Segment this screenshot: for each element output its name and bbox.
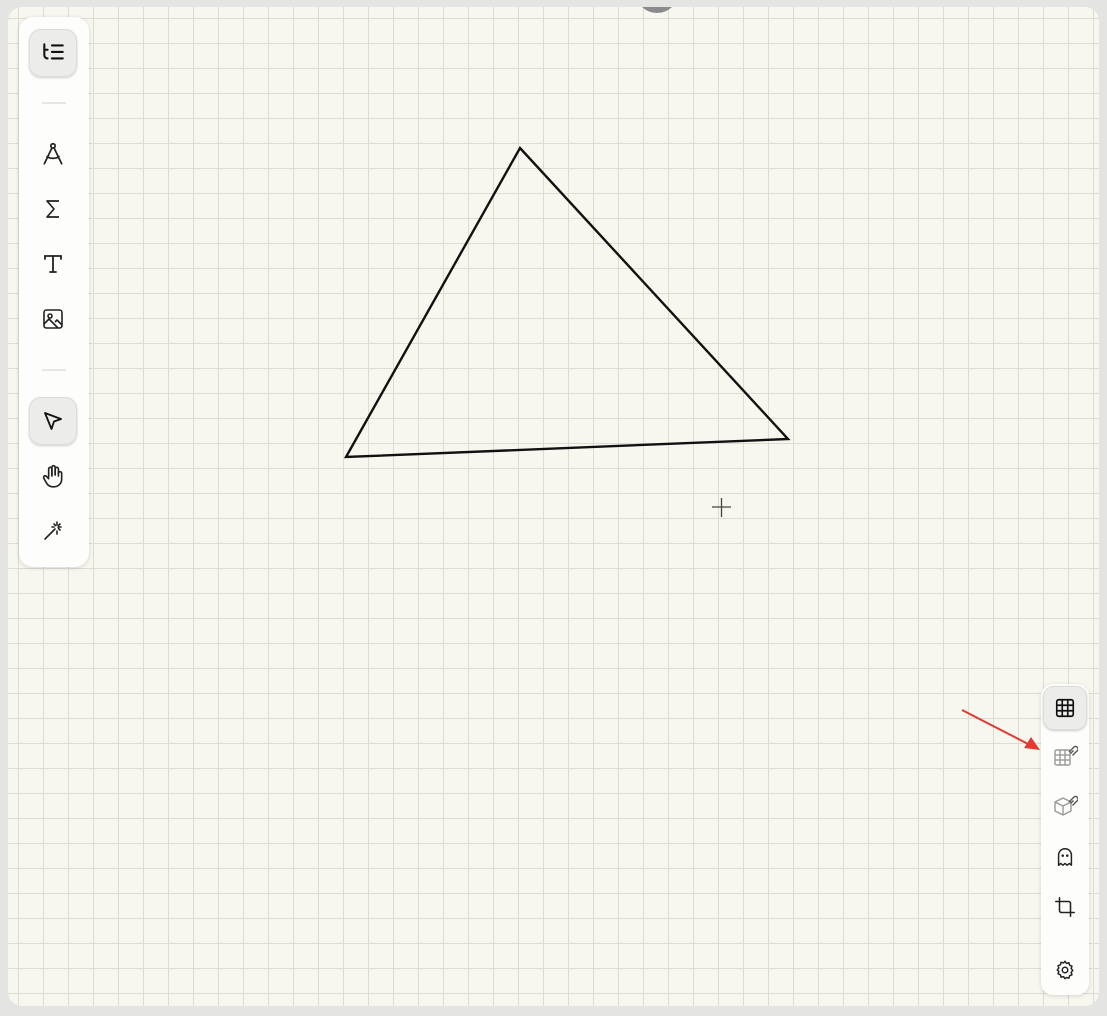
gear-icon — [1056, 960, 1074, 980]
grid-snap-button[interactable] — [1043, 734, 1087, 778]
settings-button[interactable] — [1043, 948, 1087, 992]
toolbar-divider — [42, 102, 66, 104]
image-icon — [43, 309, 63, 329]
magic-wand-button[interactable] — [29, 507, 77, 555]
outline-list-icon — [43, 43, 64, 60]
grid-magnet-icon — [1054, 745, 1078, 766]
formula-button[interactable] — [29, 185, 77, 233]
image-button[interactable] — [29, 295, 77, 343]
toolbar-divider — [42, 369, 66, 371]
text-icon — [44, 255, 62, 273]
magic-wand-icon — [44, 521, 62, 540]
pointer-arrow-icon — [44, 412, 62, 430]
drawing-canvas[interactable] — [8, 7, 1099, 1006]
right-toolbar — [1041, 684, 1089, 995]
left-toolbar — [19, 17, 89, 567]
hand-icon — [42, 464, 63, 488]
compass-icon — [43, 142, 63, 165]
crop-button[interactable] — [1043, 885, 1087, 929]
compass-button[interactable] — [29, 130, 77, 178]
outline-button[interactable] — [29, 29, 77, 77]
text-button[interactable] — [29, 240, 77, 288]
cube-snap-button[interactable] — [1043, 784, 1087, 828]
ghost-button[interactable] — [1043, 835, 1087, 879]
top-handle[interactable] — [635, 7, 679, 13]
grid-toggle-button[interactable] — [1043, 686, 1087, 730]
ghost-icon — [1057, 848, 1073, 866]
select-button[interactable] — [29, 397, 77, 445]
grid-icon — [1055, 698, 1075, 718]
pan-button[interactable] — [29, 452, 77, 500]
crop-icon — [1055, 897, 1075, 917]
cube-magnet-icon — [1054, 795, 1078, 816]
sigma-icon — [46, 200, 59, 218]
